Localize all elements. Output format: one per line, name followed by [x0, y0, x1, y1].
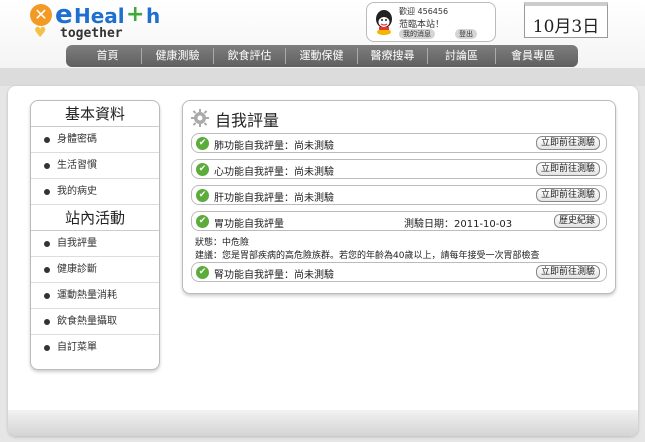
logo-text-heal: Heal — [74, 4, 125, 28]
logout-button[interactable]: 登出 — [455, 29, 477, 39]
site-logo[interactable]: ✕ ♥ e Heal + h together — [30, 0, 161, 46]
stomach-status: 狀態：中危險 — [195, 238, 250, 248]
eval-row-kidney: ✔ 腎功能自我評量：尚未測驗 立即前往測驗 — [191, 262, 607, 282]
self-assessment-panel: 自我評量 ✔ 肺功能自我評量：尚未測驗 立即前往測驗 ✔ 心功能自我評量：尚未測… — [182, 100, 616, 294]
date-calendar: 10月3日 — [524, 2, 608, 38]
eval-label-heart: 心功能自我評量：尚未測驗 — [214, 167, 334, 178]
sidebar-item-lifestyle[interactable]: 生活習慣 — [31, 153, 159, 179]
eval-row-liver: ✔ 肝功能自我評量：尚未測驗 立即前往測驗 — [191, 185, 607, 205]
my-messages-button[interactable]: 我的消息 — [399, 29, 435, 39]
sidebar-item-custom-menu[interactable]: 自訂菜單 — [31, 335, 159, 361]
nav-member-area[interactable]: 會員專區 — [496, 48, 570, 64]
check-icon: ✔ — [196, 189, 209, 202]
main-nav: 首頁 健康測驗 飲食評估 運動保健 醫療搜尋 討論區 會員專區 — [66, 45, 578, 67]
welcome-text: 歡迎 456456 — [399, 7, 449, 16]
sidebar-item-health-diagnosis[interactable]: 健康診斷 — [31, 257, 159, 283]
logo-text-h: h — [146, 4, 161, 28]
nav-medical-search[interactable]: 醫療搜尋 — [358, 48, 428, 64]
nav-diet-assessment[interactable]: 飲食評估 — [214, 48, 286, 64]
eval-label-lung: 肺功能自我評量：尚未測驗 — [214, 141, 334, 152]
sidebar-item-self-assessment[interactable]: 自我評量 — [31, 231, 159, 257]
eval-row-stomach: ✔ 胃功能自我評量 測驗日期：2011-10-03 歷史紀錄 — [191, 211, 607, 231]
start-test-button-lung[interactable]: 立即前往測驗 — [535, 136, 600, 150]
sidebar-section-site-activities: 站內活動 — [31, 205, 159, 231]
eval-date-stomach: 測驗日期：2011-10-03 — [404, 219, 513, 230]
start-test-button-heart[interactable]: 立即前往測驗 — [535, 162, 600, 176]
check-icon: ✔ — [196, 266, 209, 279]
eval-row-lung: ✔ 肺功能自我評量：尚未測驗 立即前往測驗 — [191, 133, 607, 153]
nav-forum[interactable]: 討論區 — [428, 48, 496, 64]
logo-text-together: together — [60, 26, 123, 41]
stomach-advice: 建議：您是胃部疾病的高危險族群。若您的年齡為40歲以上，請每年接受一次胃部檢查 — [195, 251, 540, 261]
eval-label-liver: 肝功能自我評量：尚未測驗 — [214, 193, 334, 204]
eval-label-kidney: 腎功能自我評量：尚未測驗 — [214, 270, 334, 281]
sidebar: 基本資料 身體密碼 生活習慣 我的病史 站內活動 自我評量 健康診斷 運動熱量消… — [30, 100, 160, 370]
logo-x-icon: ✕ — [30, 4, 52, 26]
nav-health-test[interactable]: 健康測驗 — [142, 48, 214, 64]
logo-heart-icon: ♥ — [34, 25, 47, 41]
sidebar-item-medical-history[interactable]: 我的病史 — [31, 179, 159, 205]
nav-home[interactable]: 首頁 — [74, 48, 142, 64]
nav-exercise-care[interactable]: 運動保健 — [286, 48, 358, 64]
avatar-icon — [376, 10, 392, 35]
header-divider — [0, 68, 645, 86]
page-title: 自我評量 — [215, 111, 280, 130]
gear-icon — [191, 109, 209, 127]
date-text: 10月3日 — [532, 17, 600, 37]
sidebar-item-diet-calories[interactable]: 飲食熱量攝取 — [31, 309, 159, 335]
eval-row-heart: ✔ 心功能自我評量：尚未測驗 立即前往測驗 — [191, 159, 607, 179]
start-test-button-liver[interactable]: 立即前往測驗 — [535, 188, 600, 202]
sidebar-item-exercise-calories[interactable]: 運動熱量消耗 — [31, 283, 159, 309]
user-box: 歡迎 456456 蒞臨本站！ 我的消息 登出 — [366, 2, 496, 42]
check-icon: ✔ — [196, 163, 209, 176]
check-icon: ✔ — [196, 137, 209, 150]
logo-plus-icon: + — [126, 2, 145, 27]
sidebar-item-body-code[interactable]: 身體密碼 — [31, 127, 159, 153]
header: ✕ ♥ e Heal + h together 歡迎 456456 蒞臨本站！ … — [0, 0, 645, 68]
start-test-button-kidney[interactable]: 立即前往測驗 — [535, 265, 600, 279]
sidebar-section-basic-info: 基本資料 — [31, 101, 159, 127]
history-button-stomach[interactable]: 歷史紀錄 — [553, 214, 600, 228]
check-icon: ✔ — [196, 215, 209, 228]
eval-label-stomach: 胃功能自我評量 — [214, 219, 284, 230]
